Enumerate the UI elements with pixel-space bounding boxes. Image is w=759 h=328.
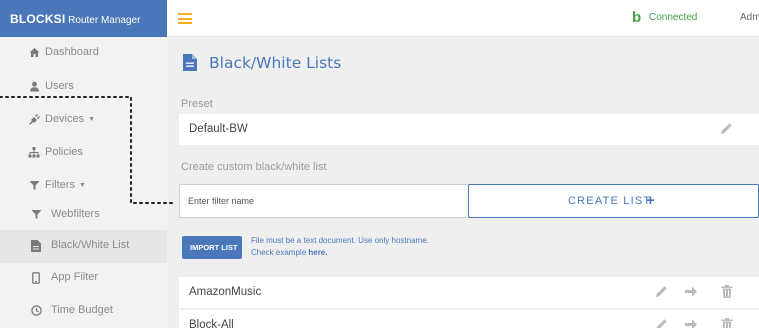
mobile-icon: [30, 272, 42, 284]
list-name: Block-All: [189, 319, 234, 328]
sidebar-item-devices[interactable]: Devices ▼: [0, 104, 167, 137]
import-note: File must be a text document. Use only h…: [251, 235, 429, 259]
main-content: Black/White Lists Preset Default-BW Crea…: [167, 37, 759, 328]
sidebar-item-label: Time Budget: [51, 304, 113, 316]
import-list-button[interactable]: IMPORT LIST: [182, 236, 242, 259]
trash-icon[interactable]: [720, 285, 734, 299]
connection-status-icon: b: [632, 9, 642, 26]
top-bar: b Connected Adm: [167, 0, 759, 37]
arrow-right-icon[interactable]: [684, 285, 698, 299]
sidebar-item-label: Devices ▼: [45, 113, 96, 125]
chevron-down-icon: ▼: [78, 182, 86, 189]
page-title-text: Black/White Lists: [209, 54, 342, 72]
preset-name: Default-BW: [189, 123, 248, 135]
sidebar-item-black-white-list[interactable]: Black/White List: [0, 230, 167, 263]
plus-icon: +: [646, 192, 656, 209]
import-note-line: Check example here.: [251, 248, 328, 257]
pencil-icon[interactable]: [654, 285, 668, 299]
user-icon: [28, 81, 40, 93]
pencil-icon[interactable]: [654, 318, 668, 328]
sidebar-item-app-filter[interactable]: App Filter: [0, 262, 167, 295]
plug-icon: [28, 114, 40, 126]
filter-name-input[interactable]: [179, 184, 469, 218]
sidebar-item-label: Policies: [45, 146, 83, 158]
create-list-button[interactable]: CREATE LIST +: [468, 184, 759, 218]
brand-logo: BLOCKSI Router Manager: [10, 12, 140, 26]
preset-row: Default-BW: [179, 114, 759, 145]
sidebar-item-dashboard[interactable]: Dashboard: [0, 37, 167, 70]
brand-header[interactable]: BLOCKSI Router Manager: [0, 0, 167, 37]
sidebar-item-policies[interactable]: Policies: [0, 137, 167, 170]
create-list-label: CREATE LIST: [568, 195, 652, 207]
list-name: AmazonMusic: [189, 286, 262, 298]
sitemap-icon: [28, 147, 40, 159]
arrow-right-icon[interactable]: [684, 318, 698, 328]
sidebar-item-users[interactable]: Users: [0, 71, 167, 104]
brand-name: BLOCKSI: [10, 12, 66, 26]
import-list-label: IMPORT LIST: [190, 243, 238, 252]
home-icon: [28, 47, 40, 59]
sidebar-item-label: Dashboard: [45, 46, 99, 58]
sidebar-item-label: App Filter: [51, 271, 99, 283]
document-icon: [183, 54, 197, 71]
preset-label: Preset: [181, 98, 213, 110]
list-item: AmazonMusic: [179, 277, 759, 308]
sidebar-item-webfilters[interactable]: Webfilters: [0, 199, 167, 232]
custom-list-label: Create custom black/white list: [181, 161, 327, 173]
example-link[interactable]: here.: [308, 248, 327, 257]
user-menu[interactable]: Adm: [740, 12, 759, 23]
clock-icon: [30, 305, 42, 317]
sidebar-item-label: Webfilters: [51, 208, 100, 220]
import-note-line: File must be a text document. Use only h…: [251, 236, 429, 245]
brand-subtitle: Router Manager: [65, 15, 141, 26]
filter-icon: [30, 209, 42, 221]
filter-icon: [28, 180, 40, 192]
hamburger-icon[interactable]: [178, 13, 192, 24]
sidebar-item-time-budget[interactable]: Time Budget: [0, 295, 167, 328]
sidebar-item-label: Filters ▼: [45, 179, 86, 191]
sidebar-item-label: Black/White List: [51, 239, 130, 251]
sidebar: BLOCKSI Router Manager Dashboard Users D…: [0, 0, 167, 328]
pencil-icon[interactable]: [719, 122, 733, 136]
sidebar-item-label: Users: [45, 80, 74, 92]
list-item: Block-All: [179, 310, 759, 328]
trash-icon[interactable]: [720, 318, 734, 328]
chevron-down-icon: ▼: [88, 116, 96, 123]
connection-status: Connected: [649, 12, 698, 23]
document-icon: [30, 240, 42, 252]
